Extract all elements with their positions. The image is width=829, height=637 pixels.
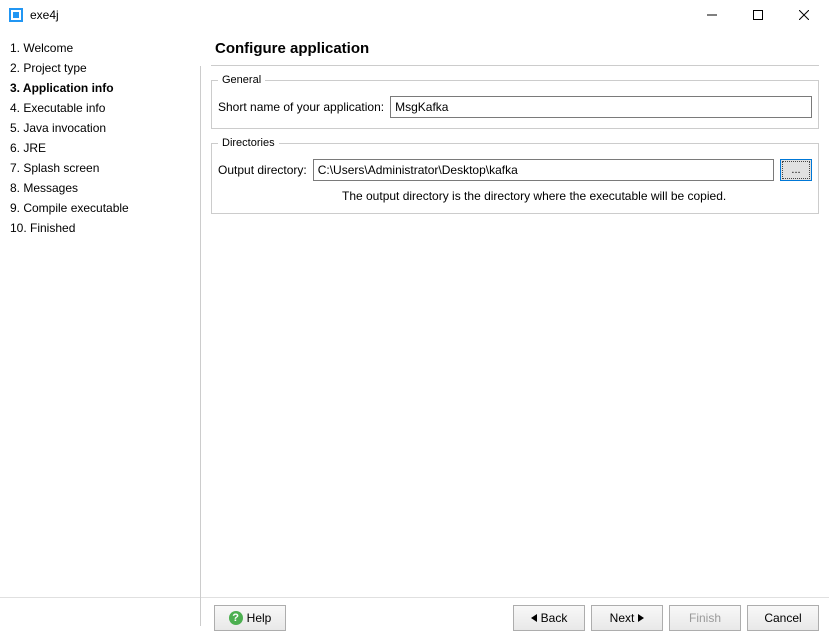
help-label: Help bbox=[247, 611, 272, 625]
footer: ? Help Back Next Finish Cancel bbox=[0, 597, 829, 637]
help-button[interactable]: ? Help bbox=[214, 605, 286, 631]
arrow-right-icon bbox=[638, 614, 644, 622]
browse-button[interactable]: ... bbox=[780, 159, 812, 181]
minimize-button[interactable] bbox=[689, 0, 735, 30]
sidebar-step-5[interactable]: 5. Java invocation bbox=[10, 118, 194, 138]
sidebar: 1. Welcome2. Project type3. Application … bbox=[0, 30, 200, 597]
sidebar-step-1[interactable]: 1. Welcome bbox=[10, 38, 194, 58]
main-area: 1. Welcome2. Project type3. Application … bbox=[0, 30, 829, 597]
short-name-label: Short name of your application: bbox=[218, 100, 384, 114]
output-directory-label: Output directory: bbox=[218, 163, 307, 177]
output-directory-hint: The output directory is the directory wh… bbox=[342, 189, 812, 203]
next-label: Next bbox=[610, 611, 635, 625]
help-icon: ? bbox=[229, 611, 243, 625]
sidebar-step-6[interactable]: 6. JRE bbox=[10, 138, 194, 158]
general-fieldset: General Short name of your application: bbox=[211, 74, 819, 129]
cancel-button[interactable]: Cancel bbox=[747, 605, 819, 631]
page-title: Configure application bbox=[211, 40, 819, 66]
sidebar-step-2[interactable]: 2. Project type bbox=[10, 58, 194, 78]
general-legend: General bbox=[218, 74, 265, 86]
short-name-input[interactable] bbox=[390, 96, 812, 118]
maximize-button[interactable] bbox=[735, 0, 781, 30]
sidebar-step-7[interactable]: 7. Splash screen bbox=[10, 158, 194, 178]
directories-fieldset: Directories Output directory: ... The ou… bbox=[211, 137, 819, 214]
sidebar-step-3[interactable]: 3. Application info bbox=[10, 78, 194, 98]
app-icon bbox=[8, 7, 24, 23]
finish-label: Finish bbox=[689, 611, 721, 625]
back-button[interactable]: Back bbox=[513, 605, 585, 631]
content-panel: Configure application General Short name… bbox=[201, 30, 829, 597]
arrow-left-icon bbox=[531, 614, 537, 622]
cancel-label: Cancel bbox=[764, 611, 801, 625]
titlebar: exe4j bbox=[0, 0, 829, 30]
next-button[interactable]: Next bbox=[591, 605, 663, 631]
close-button[interactable] bbox=[781, 0, 827, 30]
sidebar-step-4[interactable]: 4. Executable info bbox=[10, 98, 194, 118]
sidebar-step-9[interactable]: 9. Compile executable bbox=[10, 198, 194, 218]
window-title: exe4j bbox=[30, 8, 59, 22]
finish-button[interactable]: Finish bbox=[669, 605, 741, 631]
directories-legend: Directories bbox=[218, 137, 279, 149]
sidebar-step-8[interactable]: 8. Messages bbox=[10, 178, 194, 198]
output-directory-input[interactable] bbox=[313, 159, 774, 181]
back-label: Back bbox=[541, 611, 568, 625]
sidebar-step-10[interactable]: 10. Finished bbox=[10, 218, 194, 238]
